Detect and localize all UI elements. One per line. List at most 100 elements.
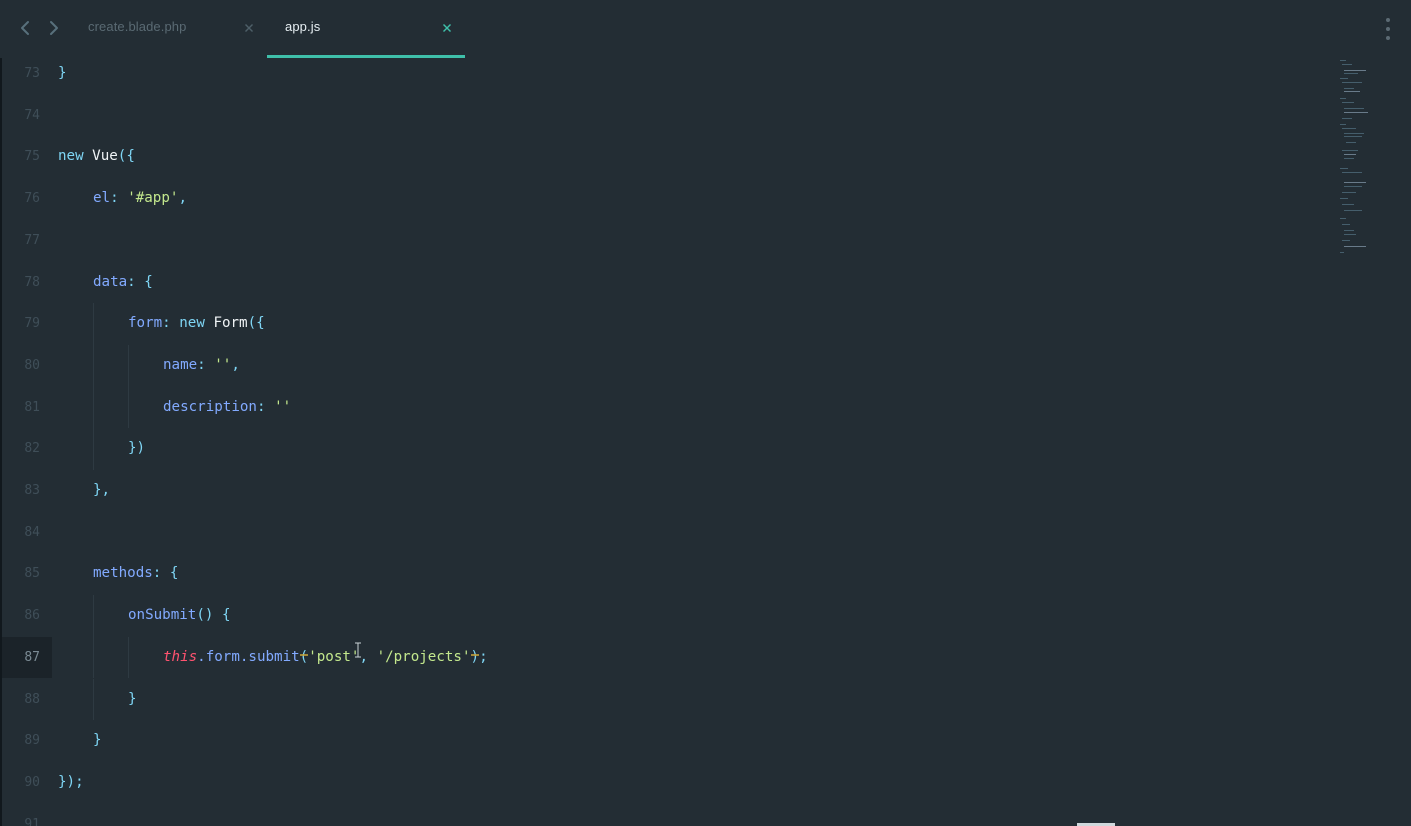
chevron-left-icon [21,21,29,35]
back-button[interactable] [14,16,36,40]
code-text: }) [128,440,146,457]
code-text: el: '#app', [93,190,187,207]
close-icon [245,24,253,32]
line-number: 74 [24,107,40,123]
indent-guide [128,636,129,679]
code-text: } [128,690,137,707]
code-line[interactable]: 73 } [0,53,1320,95]
tab-bar: create.blade.php app.js [0,0,1411,58]
code-line[interactable]: 84 [0,512,1320,554]
chevron-right-icon [50,21,58,35]
gutter: 85 [2,553,52,595]
code-editor[interactable]: 73 } 74 75 new Vue({ 76 el: '#app', 77 7… [0,58,1411,826]
code-line[interactable]: 82 }) [0,428,1320,470]
code-line[interactable]: 78 data: { [0,262,1320,304]
tab-label: app.js [285,19,321,34]
tab-create-blade-php[interactable]: create.blade.php [70,0,268,58]
indent-guide [93,678,94,721]
indent-guide [93,595,94,637]
line-number: 78 [24,274,40,290]
code-line[interactable]: 77 [0,220,1320,262]
line-number: 86 [24,608,40,624]
tab-close-button[interactable] [439,20,455,36]
code-line[interactable]: 76 el: '#app', [0,178,1320,220]
line-number: 77 [24,232,40,248]
line-number: 87 [24,649,40,665]
gutter: 75 [2,136,52,178]
code-text: description: '' [163,398,292,415]
gutter: 80 [2,345,52,387]
gutter: 87 [2,636,52,679]
line-number: 82 [24,441,40,457]
indent-guide [93,636,94,679]
code-line-current[interactable]: 87 this.form.submit('post', '/projects')… [0,636,1320,679]
gutter: 73 [2,53,52,95]
vertical-ellipsis-icon [1386,18,1390,22]
gutter: 74 [2,95,52,137]
text-cursor-icon [355,642,361,658]
code-line[interactable]: 83 }, [0,470,1320,512]
more-options-button[interactable] [1383,18,1393,40]
code-text: name: '', [163,356,240,373]
minimap[interactable] [1338,58,1374,258]
editor-window: create.blade.php app.js 73} 74 75 new V… [0,0,1411,826]
gutter: 79 [2,303,52,345]
tab-close-button[interactable] [241,20,257,36]
line-number: 81 [24,399,40,415]
gutter: 77 [2,220,52,262]
gutter: 76 [2,178,52,220]
code-text: data: { [93,273,153,290]
code-text: }); [58,773,84,790]
tab-label: create.blade.php [88,19,187,34]
tab-app-js[interactable]: app.js [267,0,465,58]
line-number: 88 [24,691,40,707]
line-number: 76 [24,191,40,207]
gutter: 89 [2,720,52,762]
code-text: new Vue({ [58,148,135,165]
indent-guide [128,344,129,387]
code-line[interactable]: 74 [0,95,1320,137]
code-line[interactable]: 80 name: '', [0,344,1320,387]
code-line[interactable]: 75 new Vue({ [0,136,1320,178]
code-line[interactable]: 89 } [0,720,1320,762]
code-line[interactable]: 88 } [0,678,1320,721]
line-number: 73 [24,66,40,81]
indent-guide [128,386,129,429]
gutter: 86 [2,595,52,637]
line-number: 89 [24,733,40,749]
gutter: 78 [2,262,52,304]
code-text: } [58,65,67,81]
code-text: onSubmit() { [128,607,231,624]
gutter: 91 [2,804,52,826]
gutter: 82 [2,428,52,470]
indent-guide [93,303,94,345]
line-number: 79 [24,316,40,332]
line-number: 80 [24,357,40,373]
code-text: form: new Form({ [128,315,265,332]
gutter: 88 [2,679,52,721]
code-line[interactable]: 79 form: new Form({ [0,303,1320,345]
line-number: 83 [24,483,40,498]
code-text: this.form.submit('post', '/projects'); [163,648,488,665]
code-line[interactable]: 90 }); [0,762,1320,804]
code-text: }, [93,482,111,498]
indent-guide [93,344,94,387]
gutter: 83 [2,470,52,512]
code-text: methods: { [93,565,179,582]
gutter: 84 [2,512,52,554]
indent-guide [93,428,94,470]
line-number: 75 [24,149,40,165]
line-number: 91 [24,816,40,826]
line-number: 85 [24,566,40,582]
gutter: 81 [2,387,52,429]
line-number: 90 [24,774,40,790]
code-line[interactable]: 81 description: '' [0,386,1320,429]
code-line[interactable]: 86 onSubmit() { [0,595,1320,637]
code-text: } [93,732,102,749]
gutter: 90 [2,762,52,804]
code-line[interactable]: 91 [0,804,1320,826]
code-line[interactable]: 85 methods: { [0,553,1320,595]
line-number: 84 [24,524,40,540]
forward-button[interactable] [43,16,65,40]
indent-guide [93,386,94,429]
